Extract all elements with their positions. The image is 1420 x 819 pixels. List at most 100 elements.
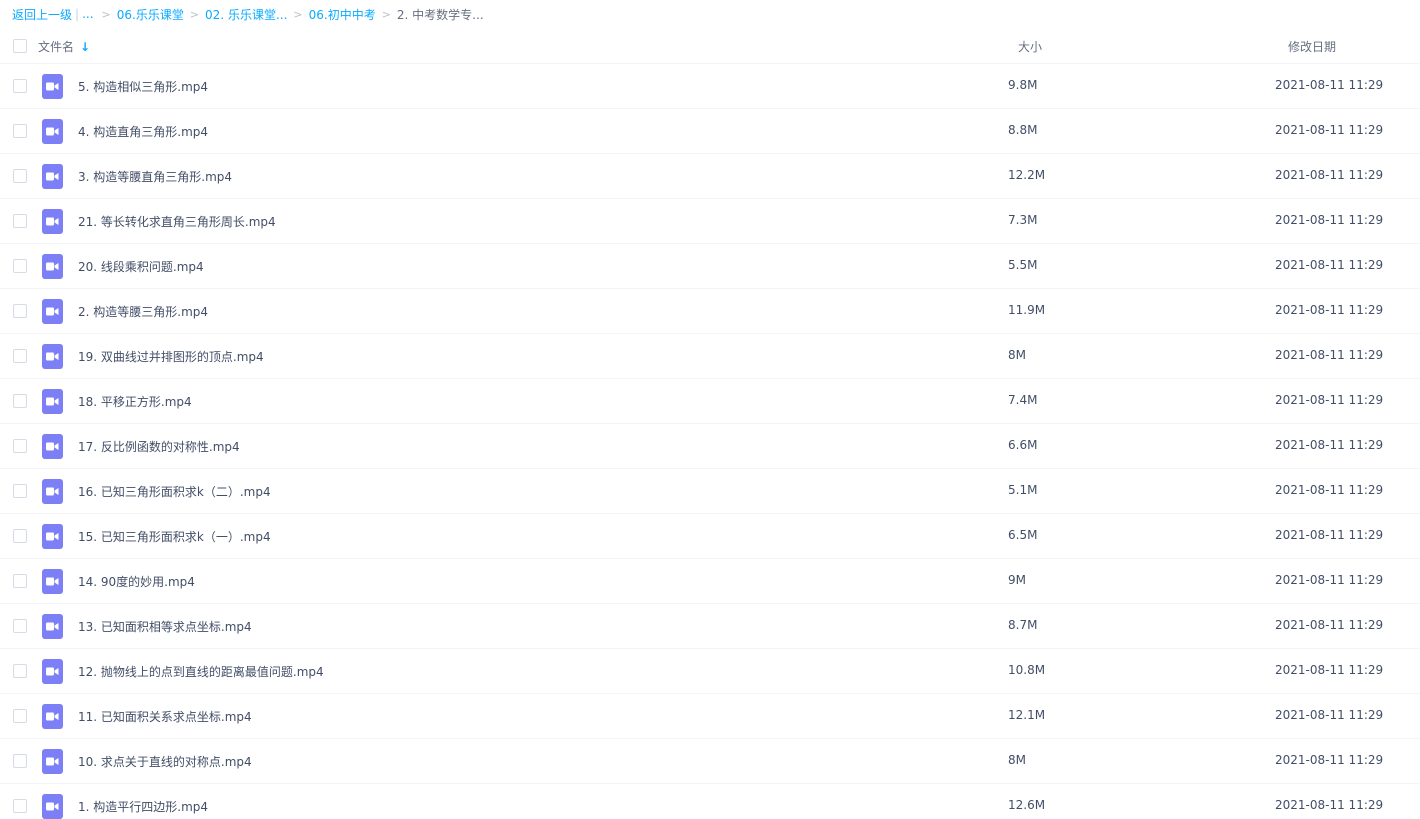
breadcrumb-item[interactable]: 02. 乐乐课堂... bbox=[205, 6, 287, 23]
column-header-size[interactable]: 大小 bbox=[1018, 38, 1042, 55]
file-size: 9M bbox=[1008, 573, 1026, 587]
file-row[interactable]: 12. 抛物线上的点到直线的距离最值问题.mp4 10.8M 2021-08-11 … bbox=[0, 649, 1420, 694]
row-checkbox[interactable] bbox=[13, 709, 27, 723]
file-name[interactable]: 2. 构造等腰三角形.mp4 bbox=[78, 303, 208, 320]
video-file-icon bbox=[42, 164, 63, 189]
file-modified-date: 2021-08-11 11:29 bbox=[1275, 618, 1384, 632]
file-row[interactable]: 17. 反比例函数的对称性.mp4 6.6M 2021-08-11 11:29 bbox=[0, 424, 1420, 469]
video-file-icon bbox=[42, 524, 63, 549]
file-list-header: 文件名 ↓ 大小 修改日期 bbox=[0, 28, 1420, 64]
row-checkbox[interactable] bbox=[13, 214, 27, 228]
file-modified-date: 2021-08-11 11:29 bbox=[1275, 393, 1384, 407]
breadcrumb-ellipsis[interactable]: ... bbox=[82, 7, 93, 21]
file-modified-date: 2021-08-11 11:29 bbox=[1275, 798, 1384, 812]
file-size: 12.2M bbox=[1008, 168, 1046, 182]
file-modified-date: 2021-08-11 11:29 bbox=[1275, 663, 1384, 677]
file-row[interactable]: 21. 等长转化求直角三角形周长.mp4 7.3M 2021-08-11 11:29 bbox=[0, 199, 1420, 244]
video-file-icon bbox=[42, 344, 63, 369]
file-name[interactable]: 13. 已知面积相等求点坐标.mp4 bbox=[78, 618, 252, 635]
video-camera-icon bbox=[46, 577, 59, 586]
video-file-icon bbox=[42, 209, 63, 234]
file-size: 7.3M bbox=[1008, 213, 1038, 227]
select-all-checkbox[interactable] bbox=[13, 39, 27, 53]
file-row[interactable]: 18. 平移正方形.mp4 7.4M 2021-08-11 11:29 bbox=[0, 379, 1420, 424]
file-size: 5.5M bbox=[1008, 258, 1038, 272]
file-name[interactable]: 10. 求点关于直线的对称点.mp4 bbox=[78, 753, 252, 770]
breadcrumb-item[interactable]: 06.乐乐课堂 bbox=[117, 6, 184, 23]
file-name[interactable]: 15. 已知三角形面积求k（一）.mp4 bbox=[78, 528, 271, 545]
file-row[interactable]: 16. 已知三角形面积求k（二）.mp4 5.1M 2021-08-11 11:29 bbox=[0, 469, 1420, 514]
file-row[interactable]: 14. 90度的妙用.mp4 9M 2021-08-11 11:29 bbox=[0, 559, 1420, 604]
file-name[interactable]: 1. 构造平行四边形.mp4 bbox=[78, 798, 208, 815]
video-file-icon bbox=[42, 659, 63, 684]
column-header-date[interactable]: 修改日期 bbox=[1288, 38, 1336, 55]
file-size: 8M bbox=[1008, 753, 1026, 767]
row-checkbox[interactable] bbox=[13, 79, 27, 93]
file-name[interactable]: 12. 抛物线上的点到直线的距离最值问题.mp4 bbox=[78, 663, 324, 680]
file-modified-date: 2021-08-11 11:29 bbox=[1275, 483, 1384, 497]
file-row[interactable]: 2. 构造等腰三角形.mp4 11.9M 2021-08-11 11:29 bbox=[0, 289, 1420, 334]
file-name[interactable]: 14. 90度的妙用.mp4 bbox=[78, 573, 195, 590]
video-camera-icon bbox=[46, 442, 59, 451]
file-modified-date: 2021-08-11 11:29 bbox=[1275, 528, 1384, 542]
chevron-right-icon: > bbox=[101, 7, 111, 21]
video-camera-icon bbox=[46, 712, 59, 721]
file-name[interactable]: 5. 构造相似三角形.mp4 bbox=[78, 78, 208, 95]
video-camera-icon bbox=[46, 307, 59, 316]
file-modified-date: 2021-08-11 11:29 bbox=[1275, 303, 1384, 317]
row-checkbox[interactable] bbox=[13, 529, 27, 543]
row-checkbox[interactable] bbox=[13, 799, 27, 813]
row-checkbox[interactable] bbox=[13, 349, 27, 363]
file-row[interactable]: 5. 构造相似三角形.mp4 9.8M 2021-08-11 11:29 bbox=[0, 64, 1420, 109]
file-name[interactable]: 19. 双曲线过并排图形的顶点.mp4 bbox=[78, 348, 264, 365]
video-file-icon bbox=[42, 614, 63, 639]
back-link[interactable]: 返回上一级 bbox=[12, 6, 72, 23]
file-name[interactable]: 21. 等长转化求直角三角形周长.mp4 bbox=[78, 213, 276, 230]
breadcrumb-item[interactable]: 06.初中中考 bbox=[309, 6, 376, 23]
file-size: 9.8M bbox=[1008, 78, 1038, 92]
file-name[interactable]: 4. 构造直角三角形.mp4 bbox=[78, 123, 208, 140]
row-checkbox[interactable] bbox=[13, 394, 27, 408]
video-camera-icon bbox=[46, 487, 59, 496]
file-row[interactable]: 19. 双曲线过并排图形的顶点.mp4 8M 2021-08-11 11:29 bbox=[0, 334, 1420, 379]
file-size: 10.8M bbox=[1008, 663, 1046, 677]
file-name[interactable]: 11. 已知面积关系求点坐标.mp4 bbox=[78, 708, 252, 725]
file-name[interactable]: 20. 线段乘积问题.mp4 bbox=[78, 258, 204, 275]
column-header-name[interactable]: 文件名 ↓ bbox=[38, 38, 90, 55]
file-row[interactable]: 20. 线段乘积问题.mp4 5.5M 2021-08-11 11:29 bbox=[0, 244, 1420, 289]
file-row[interactable]: 1. 构造平行四边形.mp4 12.6M 2021-08-11 11:29 bbox=[0, 784, 1420, 819]
row-checkbox[interactable] bbox=[13, 259, 27, 273]
row-checkbox[interactable] bbox=[13, 169, 27, 183]
file-row[interactable]: 13. 已知面积相等求点坐标.mp4 8.7M 2021-08-11 11:29 bbox=[0, 604, 1420, 649]
row-checkbox[interactable] bbox=[13, 664, 27, 678]
column-header-name-label: 文件名 bbox=[38, 40, 75, 54]
row-checkbox[interactable] bbox=[13, 754, 27, 768]
file-row[interactable]: 3. 构造等腰直角三角形.mp4 12.2M 2021-08-11 11:29 bbox=[0, 154, 1420, 199]
video-camera-icon bbox=[46, 802, 59, 811]
file-name[interactable]: 18. 平移正方形.mp4 bbox=[78, 393, 192, 410]
row-checkbox[interactable] bbox=[13, 619, 27, 633]
breadcrumb-current: 2. 中考数学专... bbox=[396, 7, 484, 22]
file-name[interactable]: 3. 构造等腰直角三角形.mp4 bbox=[78, 168, 232, 185]
file-row[interactable]: 10. 求点关于直线的对称点.mp4 8M 2021-08-11 11:29 bbox=[0, 739, 1420, 784]
file-row[interactable]: 15. 已知三角形面积求k（一）.mp4 6.5M 2021-08-11 11:29 bbox=[0, 514, 1420, 559]
video-file-icon bbox=[42, 299, 63, 324]
video-camera-icon bbox=[46, 352, 59, 361]
file-size: 6.6M bbox=[1008, 438, 1038, 452]
file-modified-date: 2021-08-11 11:29 bbox=[1275, 168, 1384, 182]
file-row[interactable]: 4. 构造直角三角形.mp4 8.8M 2021-08-11 11:29 bbox=[0, 109, 1420, 154]
file-row[interactable]: 11. 已知面积关系求点坐标.mp4 12.1M 2021-08-11 11:29 bbox=[0, 694, 1420, 739]
row-checkbox[interactable] bbox=[13, 574, 27, 588]
row-checkbox[interactable] bbox=[13, 439, 27, 453]
row-checkbox[interactable] bbox=[13, 124, 27, 138]
file-name[interactable]: 17. 反比例函数的对称性.mp4 bbox=[78, 438, 240, 455]
file-name[interactable]: 16. 已知三角形面积求k（二）.mp4 bbox=[78, 483, 271, 500]
file-modified-date: 2021-08-11 11:29 bbox=[1275, 438, 1384, 452]
file-size: 8M bbox=[1008, 348, 1026, 362]
file-modified-date: 2021-08-11 11:29 bbox=[1275, 258, 1384, 272]
row-checkbox[interactable] bbox=[13, 484, 27, 498]
file-size: 12.6M bbox=[1008, 798, 1046, 812]
video-file-icon bbox=[42, 389, 63, 414]
row-checkbox[interactable] bbox=[13, 304, 27, 318]
sort-down-arrow-icon[interactable]: ↓ bbox=[80, 40, 90, 54]
